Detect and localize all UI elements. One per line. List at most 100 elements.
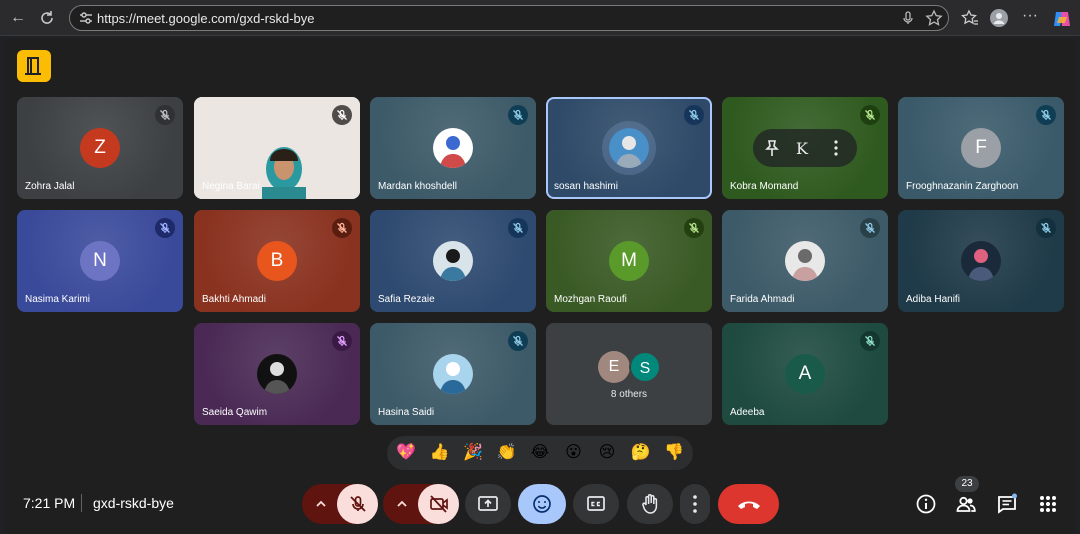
profile-photo — [257, 354, 297, 394]
audio-options-button[interactable] — [302, 484, 340, 524]
participant-avatar: Z — [80, 128, 120, 168]
profile-photo — [961, 241, 1001, 281]
back-icon[interactable]: ← — [8, 8, 28, 28]
mic-muted-icon — [1036, 218, 1056, 238]
meeting-info-icon[interactable] — [915, 493, 937, 515]
end-call-button[interactable] — [718, 484, 779, 524]
participant-tile-farida-ahmadi[interactable]: Farida Ahmadi — [722, 210, 888, 312]
divider — [81, 494, 82, 512]
profile-photo — [433, 241, 473, 281]
hang-up-icon — [738, 501, 760, 509]
participant-tile-zohra-jalal[interactable]: Z Zohra Jalal — [17, 97, 183, 199]
participant-name: Zohra Jalal — [25, 181, 75, 192]
address-bar[interactable]: https://meet.google.com/gxd-rskd-bye — [69, 5, 949, 31]
camera-toggle-button[interactable] — [418, 484, 459, 524]
participant-tile-negina-barai[interactable]: Negina Barai — [194, 97, 360, 199]
participant-tile-kobra-momand[interactable]: K Kobra Momand — [722, 97, 888, 199]
participant-avatar: N — [80, 241, 120, 281]
reaction-party-popper-icon[interactable]: 🎉 — [462, 442, 484, 464]
participant-tile-frooghnazanin-zarghoon[interactable]: F Frooghnazanin Zarghoon — [898, 97, 1064, 199]
mic-muted-icon — [332, 218, 352, 238]
participant-name: Mardan khoshdell — [378, 181, 457, 192]
participant-tile-adeeba[interactable]: A Adeeba — [722, 323, 888, 425]
mic-muted-icon — [508, 331, 528, 351]
raise-hand-button[interactable] — [627, 484, 673, 524]
activities-icon[interactable] — [1037, 493, 1059, 515]
reaction-laughing-icon[interactable]: 😂 — [529, 442, 551, 464]
participant-name: Kobra Momand — [730, 181, 799, 192]
mic-permission-icon[interactable] — [899, 9, 917, 27]
meeting-code: gxd-rskd-bye — [93, 495, 174, 511]
captions-icon — [587, 496, 605, 511]
reaction-surprised-icon[interactable]: 😮 — [563, 442, 585, 464]
mic-muted-icon — [860, 331, 880, 351]
reaction-thinking-icon[interactable]: 🤔 — [630, 442, 652, 464]
more-options-icon[interactable]: ··· — [1021, 8, 1039, 27]
participant-tile-saeida-qawim[interactable]: Saeida Qawim — [194, 323, 360, 425]
participant-name: Bakhti Ahmadi — [202, 294, 266, 305]
host-controls-button[interactable] — [17, 50, 51, 82]
reaction-clapping-hands-icon[interactable]: 👏 — [496, 442, 518, 464]
copilot-icon[interactable] — [1052, 9, 1070, 27]
mic-muted-icon — [155, 105, 175, 125]
participant-name: Safia Rezaie — [378, 294, 435, 305]
reaction-sparkling-heart-icon[interactable]: 💖 — [395, 442, 417, 464]
door-icon — [25, 57, 41, 75]
participant-tile-mardan-khoshdell[interactable]: Mardan khoshdell — [370, 97, 536, 199]
pin-icon[interactable] — [763, 139, 781, 162]
smile-icon — [533, 495, 551, 513]
participant-name: Farida Ahmadi — [730, 294, 795, 305]
mic-muted-icon — [860, 218, 880, 238]
others-tile[interactable]: E S 8 others — [546, 323, 712, 425]
participant-tile-safia-rezaie[interactable]: Safia Rezaie — [370, 210, 536, 312]
others-avatar-s: S — [629, 351, 661, 383]
pin-label[interactable]: K — [796, 139, 808, 158]
reaction-sad-icon[interactable]: 😢 — [596, 442, 618, 464]
people-icon[interactable] — [955, 493, 977, 515]
reaction-thumbs-down-icon[interactable]: 👎 — [663, 442, 685, 464]
participant-tile-nasima-karimi[interactable]: N Nasima Karimi — [17, 210, 183, 312]
url-text: https://meet.google.com/gxd-rskd-bye — [97, 11, 315, 26]
others-label: 8 others — [610, 389, 648, 400]
participant-tile-hasina-saidi[interactable]: Hasina Saidi — [370, 323, 536, 425]
present-screen-button[interactable] — [465, 484, 511, 524]
mic-muted-icon — [684, 218, 704, 238]
captions-button[interactable] — [573, 484, 619, 524]
profile-photo — [785, 241, 825, 281]
participant-avatar: F — [961, 128, 1001, 168]
app: ← https://meet.google.com/gxd-rskd-bye ·… — [0, 0, 1080, 534]
mic-muted-icon — [684, 105, 704, 125]
participant-name: Nasima Karimi — [25, 294, 91, 305]
mic-control-group — [302, 484, 378, 524]
participant-tile-bakhti-ahmadi[interactable]: B Bakhti Ahmadi — [194, 210, 360, 312]
tile-hover-menu: K — [753, 129, 857, 167]
profile-avatar-icon[interactable] — [990, 9, 1008, 27]
chevron-up-icon — [316, 500, 326, 507]
chevron-up-icon — [397, 500, 407, 507]
profile-photo — [433, 128, 473, 168]
participant-name: Frooghnazanin Zarghoon — [906, 181, 1019, 192]
mic-muted-icon — [155, 218, 175, 238]
participant-tile-mozhgan-raoufi[interactable]: M Mozhgan Raoufi — [546, 210, 712, 312]
more-vert-icon[interactable] — [833, 139, 839, 162]
participant-tile-sosan-hashimi[interactable]: sosan hashimi — [546, 97, 712, 199]
favorites-icon[interactable] — [961, 9, 979, 27]
mic-muted-icon — [860, 105, 880, 125]
participant-tile-adiba-hanifi[interactable]: Adiba Hanifi — [898, 210, 1064, 312]
chat-icon[interactable] — [996, 493, 1018, 515]
participant-name: Adiba Hanifi — [906, 294, 960, 305]
participant-name: Mozhgan Raoufi — [554, 294, 627, 305]
site-info-icon[interactable] — [78, 10, 94, 26]
video-options-button[interactable] — [383, 484, 421, 524]
reactions-button[interactable] — [518, 484, 566, 524]
participant-avatar: M — [609, 241, 649, 281]
more-vert-icon — [693, 495, 697, 513]
mic-toggle-button[interactable] — [337, 484, 378, 524]
reload-icon[interactable] — [37, 8, 57, 28]
participant-name: Hasina Saidi — [378, 407, 435, 418]
bookmark-star-icon[interactable] — [925, 9, 943, 27]
mic-muted-icon — [508, 218, 528, 238]
profile-photo — [609, 128, 649, 168]
more-options-button[interactable] — [680, 484, 710, 524]
reaction-thumbs-up-icon[interactable]: 👍 — [429, 442, 451, 464]
